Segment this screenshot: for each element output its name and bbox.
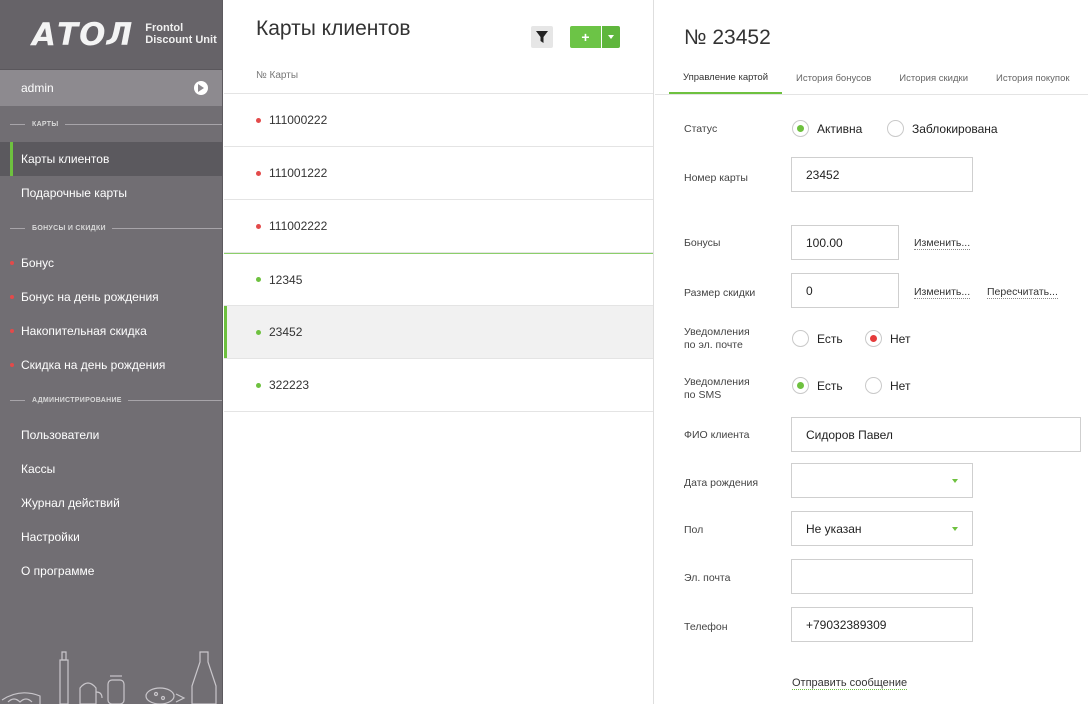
sidebar: АТОЛ Frontol Discount Unit admin КАРТЫ К… [0,0,223,704]
radio-unchecked-icon [865,377,882,394]
card-number: 23452 [269,325,303,339]
sidebar-item-gift-cards[interactable]: Подарочные карты [0,176,222,210]
card-number-label: Номер карты [684,172,748,184]
send-message-link[interactable]: Отправить сообщение [792,677,908,690]
sidebar-item-users[interactable]: Пользователи [0,418,222,452]
sidebar-item-registers[interactable]: Кассы [0,452,222,486]
filter-icon[interactable] [531,26,553,48]
status-dot-icon [256,117,261,123]
status-dot-icon [256,277,261,282]
birthdate-select[interactable] [791,463,973,498]
change-bonuses-link[interactable]: Изменить... [914,237,971,250]
card-number: 12345 [269,272,303,287]
gender-select[interactable]: Не указан [791,511,973,546]
birthdate-label: Дата рождения [684,477,759,489]
phone-field[interactable]: +79032389309 [791,607,973,642]
sidebar-item-settings[interactable]: Настройки [0,520,222,554]
sidebar-item-client-cards[interactable]: Карты клиентов [0,142,222,176]
card-title: № 23452 [684,26,771,49]
chevron-down-icon [952,479,958,483]
discount-label: Размер скидки [684,287,756,299]
sidebar-item-bonus[interactable]: Бонус [0,246,222,280]
card-number: 111000222 [269,113,328,127]
sms-notify-yes-radio[interactable]: Есть [792,377,843,394]
tab-bonus-history[interactable]: История бонусов [782,62,885,94]
user-bar: admin [0,70,222,106]
discount-field[interactable]: 0 [791,273,899,308]
fio-label: ФИО клиента [684,429,750,441]
groceries-illustration-icon [1,651,217,704]
add-dropdown-caret-icon[interactable] [602,26,620,48]
recalculate-link[interactable]: Пересчитать... [987,286,1058,299]
radio-checked-icon [865,330,882,347]
status-active-radio[interactable]: Активна [792,120,862,137]
radio-checked-icon [792,120,809,137]
atol-logo: АТОЛ [32,16,134,53]
funnel-icon [536,31,548,43]
email-notify-yes-radio[interactable]: Есть [792,330,843,347]
email-label: Эл. почта [684,572,731,584]
card-number: 111002222 [269,219,328,233]
card-number: 111001222 [269,166,328,180]
email-field[interactable] [791,559,973,594]
status-dot-icon [256,170,261,176]
list-header: Карты клиентов + [224,0,653,58]
username: admin [21,81,54,95]
sms-notify-label: Уведомления по SMS [684,376,750,401]
gender-label: Пол [684,524,704,536]
table-row[interactable]: 111000222 [224,94,653,147]
card-number-field[interactable]: 23452 [791,157,973,192]
tabs-divider [655,94,1088,95]
card-detail-pane: № 23452 Управление картой История бонусо… [655,0,1088,704]
column-header-card-number[interactable]: № Карты [224,58,653,94]
logout-icon[interactable] [194,81,208,95]
bonuses-label: Бонусы [684,237,721,249]
email-notify-no-radio[interactable]: Нет [865,330,910,347]
table-row[interactable]: 111002222 [224,200,653,253]
section-cards: КАРТЫ [0,106,222,142]
fio-field[interactable]: Сидоров Павел [791,417,1081,452]
table-row[interactable]: 111001222 [224,147,653,200]
sidebar-item-action-log[interactable]: Журнал действий [0,486,222,520]
bonuses-field[interactable]: 100.00 [791,225,899,260]
section-bonuses: БОНУСЫ И СКИДКИ [0,210,222,246]
table-row[interactable]: 12345 [224,253,653,306]
sidebar-item-about[interactable]: О программе [0,554,222,588]
sms-notify-no-radio[interactable]: Нет [865,377,910,394]
change-discount-link[interactable]: Изменить... [914,286,971,299]
status-blocked-radio[interactable]: Заблокирована [887,120,998,137]
radio-unchecked-icon [792,330,809,347]
sidebar-item-birthday-bonus[interactable]: Бонус на день рождения [0,280,222,314]
status-label: Статус [684,123,718,135]
status-dot-icon [256,329,261,335]
status-dot-icon [256,382,261,388]
table-row[interactable]: 322223 [224,359,653,412]
email-notify-label: Уведомления по эл. почте [684,326,750,351]
tab-discount-history[interactable]: История скидки [885,62,982,94]
status-dot-icon [256,223,261,229]
card-number: 322223 [269,378,310,392]
sidebar-item-cumulative-discount[interactable]: Накопительная скидка [0,314,222,348]
tab-purchase-history[interactable]: История покупок [982,62,1084,94]
chevron-down-icon [952,527,958,531]
table-row-selected[interactable]: 23452 [224,306,653,359]
cards-list-pane: Карты клиентов + № Карты 111000222 11100… [224,0,654,704]
radio-unchecked-icon [887,120,904,137]
page-title: Карты клиентов [256,17,411,40]
section-admin: АДМИНИСТРИРОВАНИЕ [0,382,222,418]
tab-card-management[interactable]: Управление картой [669,62,783,94]
sidebar-item-birthday-discount[interactable]: Скидка на день рождения [0,348,222,382]
brand-header: АТОЛ Frontol Discount Unit [0,0,222,70]
detail-tabs: Управление картой История бонусов Истори… [669,62,1084,94]
phone-label: Телефон [684,621,728,633]
product-name: Frontol Discount Unit [145,21,217,46]
radio-checked-icon [792,377,809,394]
add-card-button[interactable]: + [570,26,601,48]
